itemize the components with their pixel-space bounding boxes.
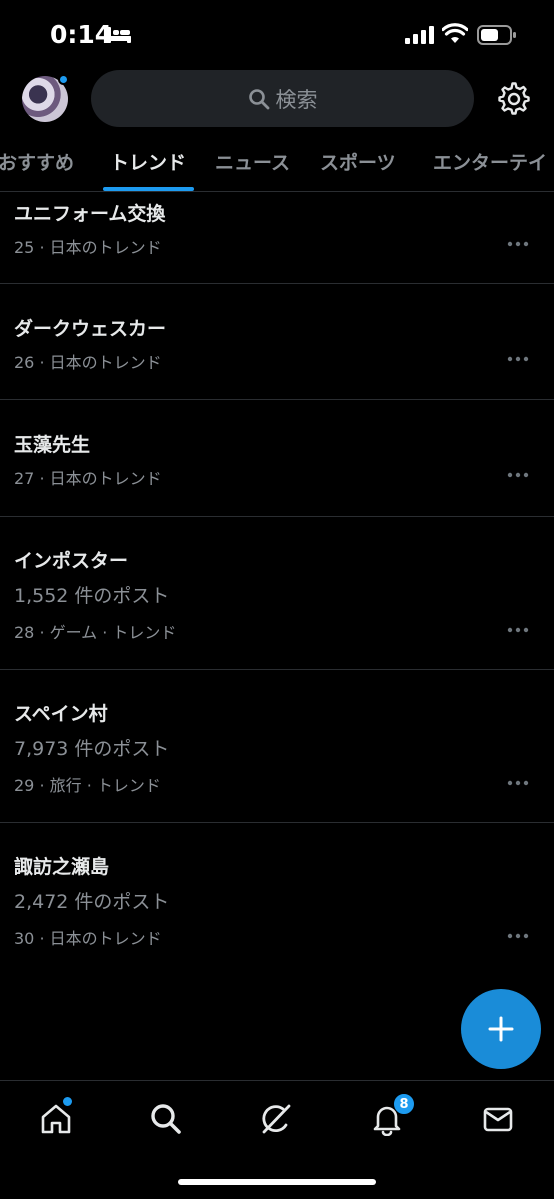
tab-news[interactable]: ニュース	[215, 148, 290, 175]
trend-post-count: 2,472 件のポスト	[14, 891, 170, 913]
home-indicator	[178, 1179, 376, 1185]
plus-icon	[488, 1016, 514, 1042]
search-input[interactable]: 検索	[91, 70, 474, 127]
top-header: 検索	[0, 64, 554, 132]
more-options-icon[interactable]	[507, 780, 529, 786]
nav-grok[interactable]	[256, 1099, 296, 1139]
search-placeholder: 検索	[275, 87, 318, 112]
grok-icon	[262, 1104, 291, 1134]
trend-title: インポスター	[14, 550, 129, 572]
avatar-notification-dot	[58, 74, 69, 85]
more-options-icon[interactable]	[507, 933, 529, 939]
trend-item[interactable]: スペイン村 7,973 件のポスト 29 · 旅行 · トレンド	[0, 670, 554, 822]
tab-for-you[interactable]: おすすめ	[0, 148, 74, 175]
trend-meta: 26 · 日本のトレンド	[14, 353, 162, 372]
trend-meta: 30 · 日本のトレンド	[14, 929, 162, 948]
settings-gear-icon[interactable]	[497, 82, 531, 116]
nav-home[interactable]	[36, 1097, 76, 1139]
cellular-signal-icon	[405, 26, 434, 44]
trend-title: スペイン村	[14, 703, 108, 725]
notification-count-badge: 8	[393, 1093, 415, 1115]
trend-meta: 28 · ゲーム · トレンド	[14, 623, 177, 642]
tab-entertainment[interactable]: エンターテイ	[433, 148, 547, 175]
trend-item[interactable]: 諏訪之瀬島 2,472 件のポスト 30 · 日本のトレンド	[0, 823, 554, 975]
status-bar: 0:14	[0, 0, 554, 64]
trend-title: 諏訪之瀬島	[14, 856, 110, 878]
compose-post-button[interactable]	[461, 989, 541, 1069]
trend-title: ダークウェスカー	[14, 318, 167, 340]
more-options-icon[interactable]	[507, 356, 529, 362]
nav-explore[interactable]	[146, 1099, 186, 1139]
explore-tabs: おすすめ トレンド ニュース スポーツ エンターテイ	[0, 132, 554, 192]
sleep-mode-icon	[107, 27, 131, 43]
tab-trending[interactable]: トレンド	[110, 148, 186, 175]
nav-messages[interactable]	[478, 1099, 518, 1139]
more-options-icon[interactable]	[507, 241, 529, 247]
trend-meta: 29 · 旅行 · トレンド	[14, 776, 161, 795]
mail-icon	[483, 1107, 513, 1132]
search-icon	[248, 88, 269, 109]
tab-sports[interactable]: スポーツ	[320, 148, 396, 175]
more-options-icon[interactable]	[507, 472, 529, 478]
trend-post-count: 1,552 件のポスト	[14, 585, 170, 607]
trend-meta: 27 · 日本のトレンド	[14, 469, 162, 488]
trend-item[interactable]: ユニフォーム交換 25 · 日本のトレンド	[0, 193, 554, 283]
status-time: 0:14	[50, 20, 113, 49]
trend-item[interactable]: 玉藻先生 27 · 日本のトレンド	[0, 400, 554, 516]
trend-post-count: 7,973 件のポスト	[14, 738, 170, 760]
search-icon	[151, 1104, 181, 1134]
home-unread-dot	[63, 1097, 72, 1106]
trend-item[interactable]: ダークウェスカー 26 · 日本のトレンド	[0, 284, 554, 400]
trend-title: ユニフォーム交換	[14, 203, 166, 225]
active-tab-indicator	[103, 187, 194, 191]
battery-icon	[477, 25, 516, 45]
trend-title: 玉藻先生	[14, 434, 91, 456]
wifi-icon	[442, 23, 468, 43]
trend-item[interactable]: インポスター 1,552 件のポスト 28 · ゲーム · トレンド	[0, 517, 554, 669]
more-options-icon[interactable]	[507, 627, 529, 633]
profile-avatar[interactable]	[22, 74, 69, 122]
home-icon	[41, 1104, 71, 1134]
trend-meta: 25 · 日本のトレンド	[14, 238, 162, 257]
